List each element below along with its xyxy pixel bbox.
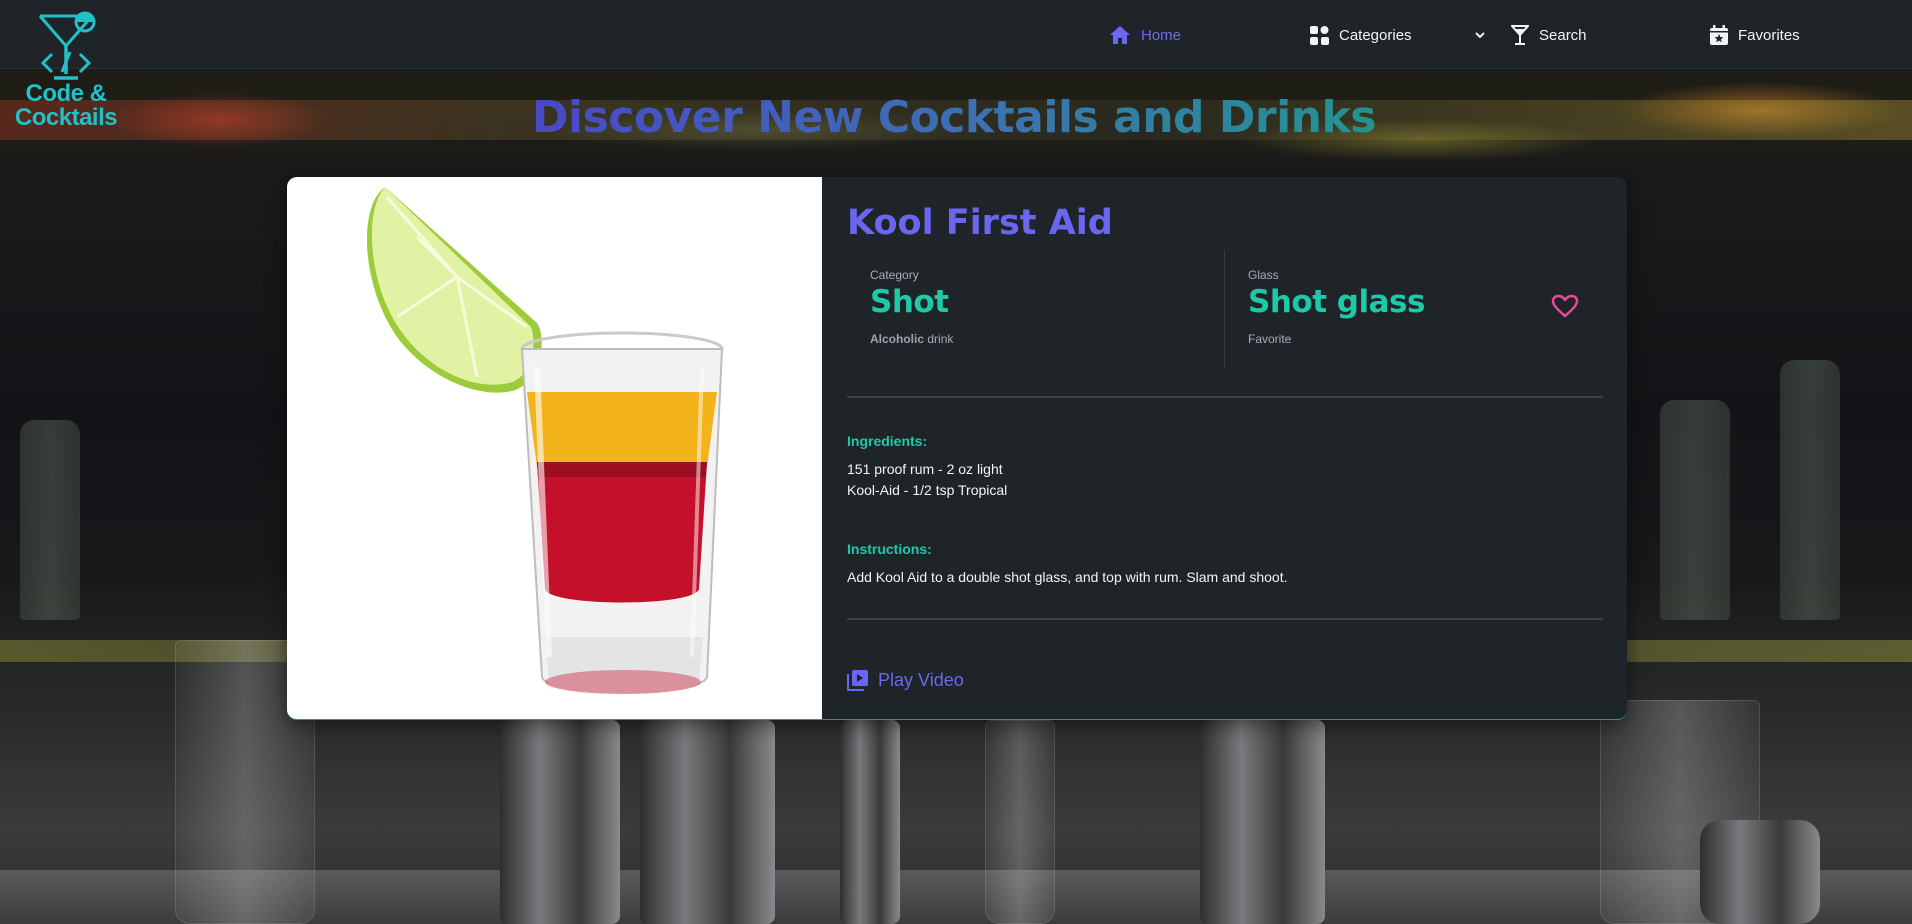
background-jigger bbox=[840, 720, 900, 924]
glass-stat: Glass Shot glass Favorite bbox=[1225, 250, 1603, 368]
alcoholic-label: Alcoholic bbox=[870, 332, 925, 346]
ingredients-heading: Ingredients: bbox=[847, 433, 928, 449]
drink-type-label: drink bbox=[927, 332, 954, 346]
background-shaker bbox=[640, 720, 775, 924]
divider bbox=[847, 618, 1603, 620]
brand-logo[interactable]: Code & Cocktails bbox=[6, 10, 126, 140]
drink-card: Kool First Aid Category Shot Alcoholic d… bbox=[287, 177, 1627, 720]
shot-glass-illustration bbox=[366, 187, 724, 694]
drink-name: Kool First Aid bbox=[847, 203, 1113, 243]
page-headline: Discover New Cocktails and Drinks ! bbox=[532, 92, 1411, 143]
heart-icon[interactable] bbox=[1551, 294, 1579, 318]
background-shaker bbox=[500, 720, 620, 924]
instructions-text: Add Kool Aid to a double shot glass, and… bbox=[847, 569, 1288, 585]
background-bottle bbox=[1660, 400, 1730, 620]
nav-categories-label: Categories bbox=[1339, 26, 1412, 44]
nav-categories[interactable]: Categories bbox=[1310, 22, 1412, 48]
glass-title: Glass bbox=[1248, 268, 1279, 282]
grid-icon bbox=[1310, 25, 1329, 45]
background-bottle bbox=[1780, 360, 1840, 620]
ingredient-item: 151 proof rum - 2 oz light bbox=[847, 461, 1003, 477]
divider bbox=[847, 396, 1603, 398]
nav-search[interactable]: Search bbox=[1511, 22, 1587, 48]
favorite-label: Favorite bbox=[1248, 332, 1292, 346]
video-library-icon bbox=[847, 670, 868, 691]
nav-favorites[interactable]: Favorites bbox=[1710, 22, 1800, 48]
top-navbar: Code & Cocktails Home Categories Search bbox=[0, 0, 1912, 130]
cocktail-code-icon bbox=[38, 11, 96, 80]
brand-name-line1: Code & bbox=[25, 80, 108, 107]
home-icon bbox=[1110, 26, 1130, 44]
category-value: Shot bbox=[870, 284, 949, 320]
glass-value: Shot glass bbox=[1248, 284, 1425, 320]
chevron-down-icon bbox=[1475, 32, 1485, 39]
brand-name-line2: Cocktails bbox=[14, 104, 118, 131]
background-glass bbox=[985, 720, 1055, 924]
nav-search-label: Search bbox=[1539, 26, 1587, 44]
background-bottle bbox=[20, 420, 80, 620]
nav-home-label: Home bbox=[1141, 26, 1182, 44]
nav-favorites-label: Favorites bbox=[1738, 26, 1800, 44]
category-title: Category bbox=[870, 268, 919, 282]
drink-details: Kool First Aid Category Shot Alcoholic d… bbox=[847, 177, 1603, 719]
categories-dropdown-toggle[interactable] bbox=[1475, 22, 1485, 48]
ingredient-item: Kool-Aid - 1/2 tsp Tropical bbox=[847, 482, 1008, 498]
cocktail-glass-icon bbox=[1511, 25, 1529, 45]
nav-home[interactable]: Home bbox=[1109, 22, 1181, 48]
drink-image bbox=[287, 177, 822, 719]
play-video-label: Play Video bbox=[878, 669, 964, 690]
background-jar bbox=[1700, 820, 1820, 924]
alcoholic-desc: Alcoholic drink bbox=[870, 332, 953, 346]
calendar-star-icon bbox=[1710, 25, 1728, 45]
background-shaker bbox=[1200, 720, 1325, 924]
play-video-button[interactable]: Play Video bbox=[847, 669, 964, 691]
instructions-heading: Instructions: bbox=[847, 541, 932, 557]
category-stat: Category Shot Alcoholic drink bbox=[847, 250, 1225, 368]
